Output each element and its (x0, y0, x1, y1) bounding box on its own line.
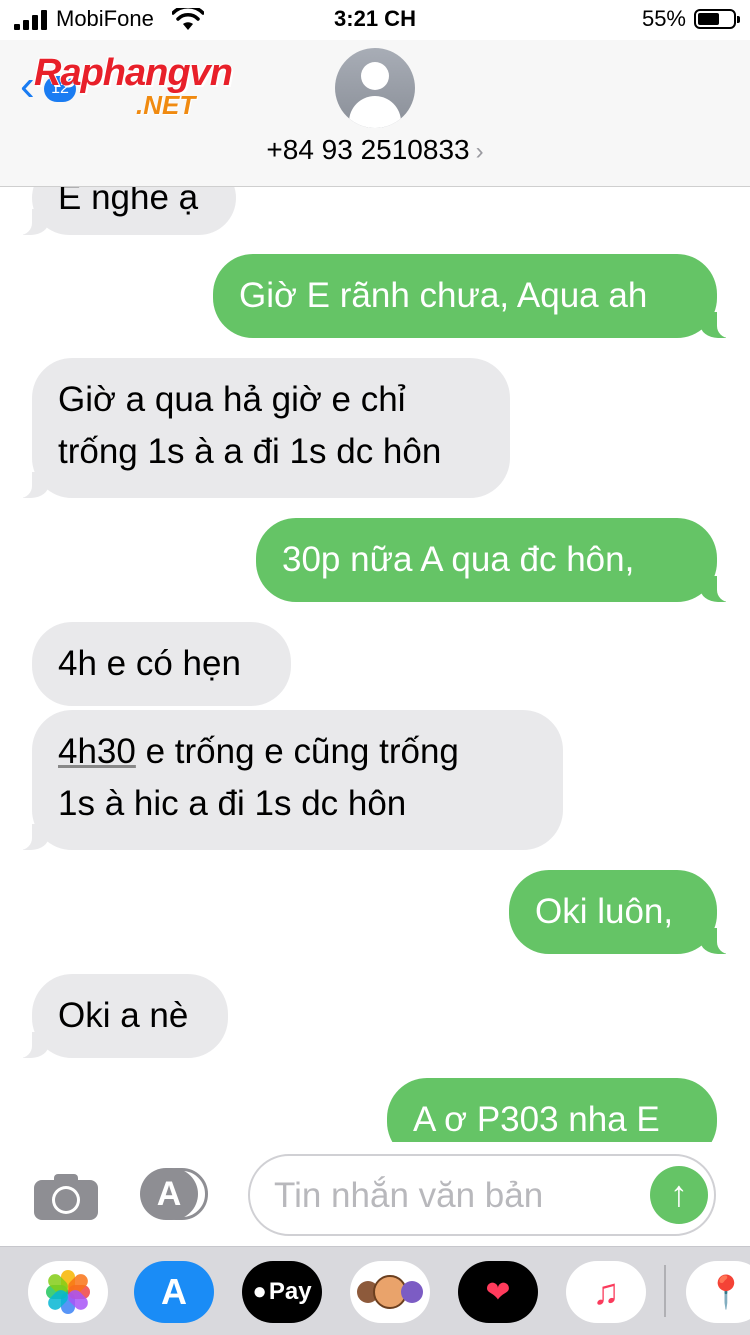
chevron-right-icon: › (475, 138, 484, 165)
message-bubble-outgoing[interactable]: 30p nữa A qua đc hôn, (256, 518, 741, 602)
contact-number: +84 93 2510833 (266, 134, 470, 165)
status-bar: MobiFone 3:21 CH 55% (0, 0, 750, 40)
chevron-left-icon: ‹ (20, 61, 35, 110)
app-store-icon[interactable]: A (134, 1261, 214, 1323)
message-input[interactable] (272, 1170, 646, 1222)
digital-touch-icon[interactable]: ❤ (458, 1261, 538, 1323)
message-bubble-outgoing[interactable]: Giờ E rãnh chưa, Aqua ah (213, 254, 741, 338)
maps-icon[interactable]: 📍 (686, 1261, 750, 1323)
message-bubble-outgoing[interactable]: Oki luôn, (509, 870, 741, 954)
detected-time-link[interactable]: 4h30 (58, 732, 136, 771)
message-bubble-incoming[interactable]: 4h e có hẹn (32, 622, 291, 706)
battery-percent: 55% (641, 6, 686, 31)
message-bubble-incoming[interactable]: E nghe ạ (8, 187, 236, 235)
message-bubble-incoming[interactable]: Oki a nè (8, 974, 228, 1058)
music-icon[interactable]: ♫ (566, 1261, 646, 1323)
contact-name-button[interactable]: +84 93 2510833 › (0, 134, 750, 166)
message-list[interactable]: E nghe ạ Giờ E rãnh chưa, Aqua ah Giờ a … (0, 187, 750, 1142)
memoji-icon[interactable] (350, 1261, 430, 1323)
conversation-header: ‹ 12 Raphangvn .NET +84 93 2510833 › (0, 40, 750, 187)
apple-pay-icon[interactable]: ● Pay (242, 1261, 322, 1323)
drawer-divider (664, 1265, 666, 1317)
app-store-icon: A (140, 1168, 198, 1220)
message-bubble-incoming[interactable]: Giờ a qua hả giờ e chỉ trống 1s à a đi 1… (8, 358, 510, 498)
contact-avatar[interactable] (335, 48, 415, 128)
app-store-button[interactable]: A (140, 1166, 210, 1222)
watermark-domain: .NET (136, 90, 196, 120)
watermark-logo: Raphangvn .NET (34, 52, 274, 122)
photos-icon[interactable] (28, 1261, 108, 1323)
send-arrow-icon[interactable]: ↑ (650, 1166, 708, 1224)
clock: 3:21 CH (334, 6, 416, 31)
app-drawer: A ● Pay ❤ ♫ 📍 (0, 1246, 750, 1335)
battery-icon (694, 9, 740, 29)
message-field[interactable]: ↑ (248, 1154, 716, 1236)
camera-icon[interactable] (34, 1172, 98, 1220)
message-bubble-outgoing[interactable]: A ơ P303 nha E (387, 1078, 717, 1142)
message-bubble-incoming[interactable]: 4h30 e trống e cũng trống 1s à hic a đi … (8, 710, 563, 850)
compose-bar: A ↑ (0, 1142, 750, 1246)
apple-logo-icon: ● (252, 1278, 267, 1305)
watermark-text: Raphangvn (34, 52, 233, 94)
